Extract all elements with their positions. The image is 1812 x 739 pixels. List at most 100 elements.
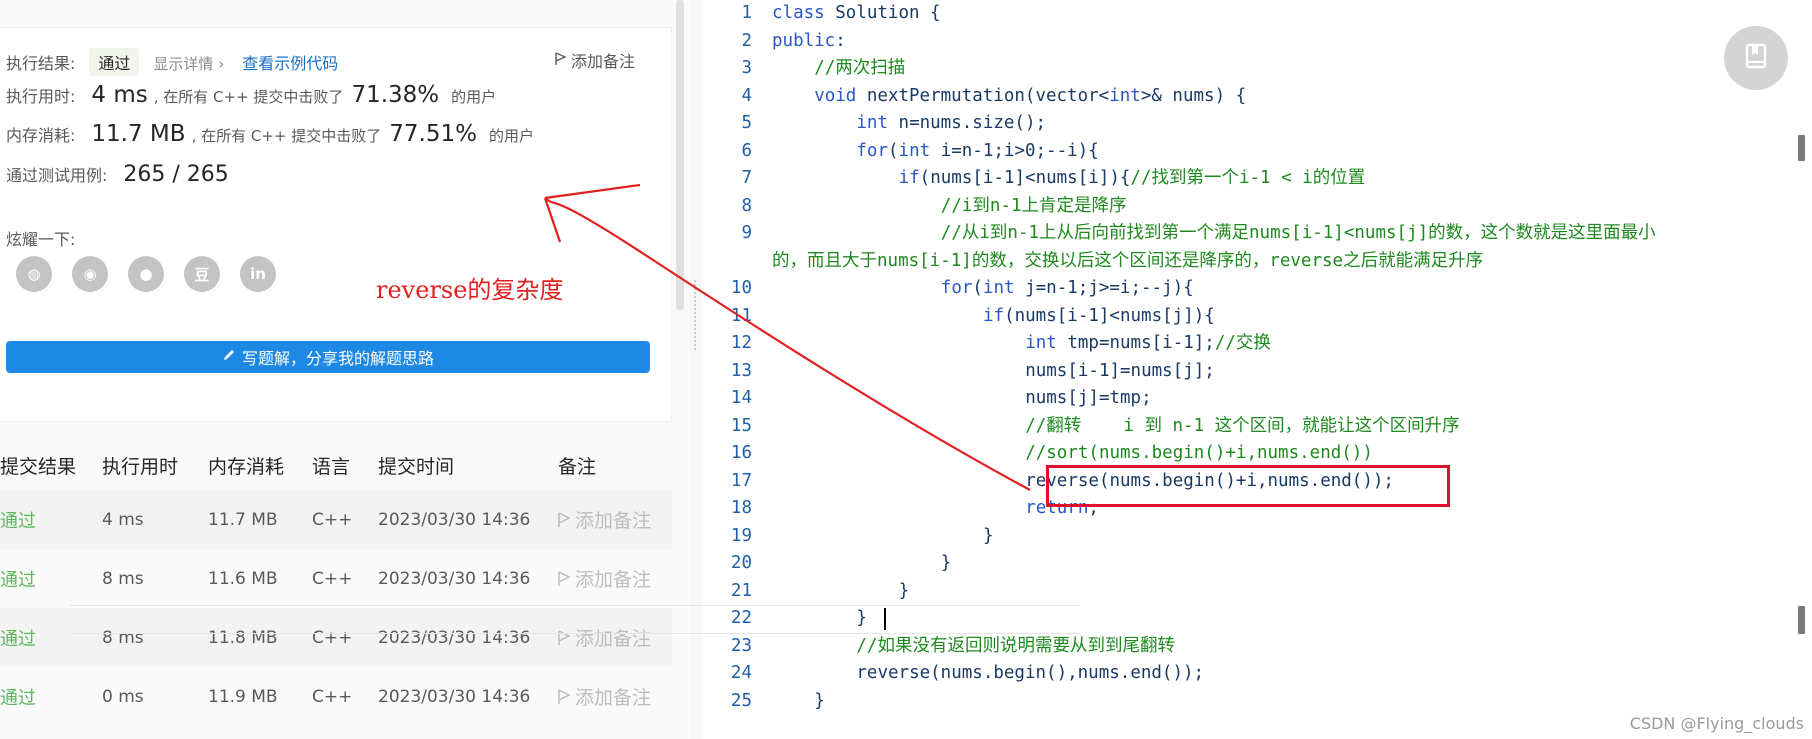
cell-lang: C++ [312,568,353,589]
watermark: CSDN @Flying_clouds [1629,714,1804,733]
write-solution-button[interactable]: 写题解，分享我的解题思路 [6,341,650,373]
editor-scroll-marker-current[interactable] [1798,606,1805,634]
code-line[interactable]: 4 void nextPermutation(vector<int>& nums)… [702,83,1772,111]
result-label: 执行结果: [6,54,76,73]
runtime-percent: 71.38% [351,82,440,108]
wechat-icon[interactable]: ◍ [16,256,52,292]
line-number: 3 [741,58,752,78]
cell-result[interactable]: 通过 [0,549,36,608]
cell-result[interactable]: 通过 [0,608,36,667]
submissions-table: 提交结果 执行用时 内存消耗 语言 提交时间 备注 通过 4 ms 11.7 MB C… [0,440,672,726]
header-result: 提交结果 [0,455,77,478]
table-header: 提交结果 执行用时 内存消耗 语言 提交时间 备注 [0,440,672,490]
line-code: for(int i=n-1;i>0;--i){ [856,140,1099,161]
share-label-row: 炫耀一下: [6,226,75,250]
splitter-handle[interactable] [694,280,698,350]
code-line[interactable]: 8 //i到n-1上肯定是降序 [702,193,1772,221]
code-line[interactable]: 2 public: [702,28,1772,56]
code-line[interactable]: 10 for(int j=n-1;j>=i;--j){ [702,275,1772,303]
tests-value: 265 / 265 [123,162,229,187]
memory-beat-text: , 在所有 C++ 提交中击败了 [191,127,382,145]
qq-icon[interactable]: ● [128,256,164,292]
result-row: 执行结果: 通过 显示详情 › 查看示例代码 [6,48,338,76]
cell-result[interactable]: 通过 [0,490,36,549]
tests-label: 通过测试用例: [6,166,108,185]
line-code: class Solution { [772,3,941,23]
left-scrollbar[interactable] [676,0,684,310]
flag-icon [558,688,571,704]
memory-row: 内存消耗: 11.7 MB , 在所有 C++ 提交中击败了 77.51% 的用… [6,121,534,147]
cell-date: 2023/03/30 14:36 [378,686,531,707]
code-line[interactable]: 20} [702,550,1772,578]
code-line[interactable]: 5 int n=nums.size(); [702,110,1772,138]
line-number: 5 [741,113,752,133]
code-line[interactable]: 21} [702,578,1772,606]
cell-result[interactable]: 通过 [0,667,36,726]
douban-icon[interactable]: 豆 [184,256,220,292]
row-add-note-button[interactable]: 添加备注 [558,490,651,549]
cell-time: 0 ms [102,686,144,707]
add-note-button[interactable]: 添加备注 [555,48,635,72]
editor-scroll-marker[interactable] [1798,135,1805,161]
code-line[interactable]: 11 if(nums[i-1]<nums[j]){ [702,303,1772,331]
line-number: 6 [741,140,752,161]
text-cursor [884,608,886,630]
current-line-highlight [70,605,1080,634]
line-number: 4 [741,85,752,106]
code-line[interactable]: 3 //两次扫描 [702,55,1772,83]
code-line[interactable]: 16 //sort(nums.begin()+i,nums.end()) [702,440,1772,468]
notebook-button[interactable] [1724,26,1788,90]
flag-icon [558,511,571,527]
row-note-label: 添加备注 [575,569,652,591]
line-code: int tmp=nums[i-1];//交换 [1025,333,1271,353]
memory-percent: 77.51% [389,121,477,147]
runtime-row: 执行用时: 4 ms , 在所有 C++ 提交中击败了 71.38% 的用户 [6,82,496,108]
linkedin-icon[interactable]: in [240,256,276,292]
line-code: nums[j]=tmp; [1025,388,1152,408]
cell-date: 2023/03/30 14:36 [378,568,531,589]
example-code-link[interactable]: 查看示例代码 [242,50,338,74]
line-code: //如果没有返回则说明需要从到到尾翻转 [856,635,1175,656]
show-detail-link[interactable]: 显示详情 › [153,53,224,74]
add-note-label: 添加备注 [570,52,635,71]
code-line[interactable]: 14 nums[j]=tmp; [702,385,1772,413]
line-number: 23 [730,635,752,656]
table-row[interactable]: 通过 0 ms 11.9 MB C++ 2023/03/30 14:36 添加备注 [0,667,672,726]
cell-memory: 11.6 MB [208,568,278,589]
line-code: } [814,690,825,711]
memory-value: 11.7 MB [91,121,186,147]
header-runtime: 执行用时 [102,455,179,478]
code-line[interactable]: 7 if(nums[i-1]<nums[i]){//找到第一个i-1 < i的位置 [702,165,1772,193]
header-memory: 内存消耗 [208,455,285,478]
code-line[interactable]: 13 nums[i-1]=nums[j]; [702,358,1772,386]
row-add-note-button[interactable]: 添加备注 [558,549,651,608]
status-badge: 通过 [89,48,140,76]
row-add-note-button[interactable]: 添加备注 [558,667,651,726]
line-code: public: [772,30,846,51]
code-line[interactable]: 9 //从i到n-1上从后向前找到第一个满足nums[i-1]<nums[j]的数… [702,220,1772,275]
code-line[interactable]: 25} [702,688,1772,716]
cell-date: 2023/03/30 14:36 [378,509,531,530]
line-number: 19 [730,525,752,546]
line-number: 7 [741,168,752,188]
code-line[interactable]: 24 reverse(nums.begin(),nums.end()); [702,660,1772,688]
line-number: 25 [730,690,752,711]
code-line[interactable]: 23 //如果没有返回则说明需要从到到尾翻转 [702,633,1772,661]
table-row[interactable]: 通过 4 ms 11.7 MB C++ 2023/03/30 14:36 添加备注 [0,490,672,549]
line-code-wrapped: 的，而且大于nums[i-1]的数，交换以后这个区间还是降序的，reverse之… [772,250,1484,271]
flag-icon [558,570,571,586]
code-line[interactable]: 1 class Solution { [702,0,1772,28]
share-label: 炫耀一下: [6,230,76,249]
code-line[interactable]: 6 for(int i=n-1;i>0;--i){ [702,138,1772,166]
line-number: 10 [730,278,752,298]
memory-label: 内存消耗: [6,126,76,145]
code-line[interactable]: 15 //翻转 i 到 n-1 这个区间，就能让这个区间升序 [702,413,1772,441]
line-number: 15 [730,415,752,436]
annotation-text: reverse的复杂度 [376,276,564,304]
weibo-icon[interactable]: ◉ [72,256,108,292]
code-line[interactable]: 12 int tmp=nums[i-1];//交换 [702,330,1772,358]
runtime-beat-text: , 在所有 C++ 提交中击败了 [153,88,344,106]
code-line[interactable]: 19} [702,523,1772,551]
share-icons: ◍ ◉ ● 豆 in [16,256,276,292]
table-row[interactable]: 通过 8 ms 11.6 MB C++ 2023/03/30 14:36 添加备注 [0,549,672,608]
